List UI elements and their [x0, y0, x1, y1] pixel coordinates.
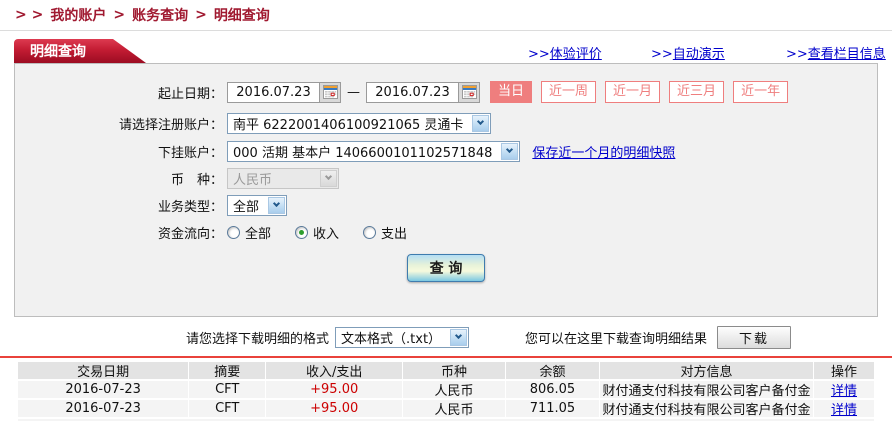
- link-prefix: >>: [651, 47, 673, 62]
- fund-flow-label: 资金流向：: [15, 223, 227, 242]
- cell-balance: 711.05: [506, 400, 600, 417]
- table-header-row: 交易日期 摘要 收入/支出 币种 余额 对方信息 操作: [18, 362, 874, 379]
- date-from-input[interactable]: 2016.07.23: [227, 82, 341, 103]
- breadcrumb-separator: >: [195, 7, 207, 23]
- header-counterparty: 对方信息: [600, 362, 814, 379]
- save-snapshot-link[interactable]: 保存近一个月的明细快照: [532, 142, 675, 161]
- sub-account-value: 000 活期 基本户 1406600101102571848: [228, 142, 500, 161]
- currency-row: 币 种： 人民币: [15, 166, 877, 190]
- cell-action: 详情: [814, 381, 874, 398]
- date-range-label: 起止日期：: [15, 83, 227, 102]
- radio-fund-flow-all[interactable]: 全部: [227, 223, 271, 242]
- chevron-down-icon[interactable]: [450, 329, 467, 346]
- cell-trade-date: 2016-07-23: [18, 381, 189, 398]
- detail-link[interactable]: 详情: [831, 381, 857, 398]
- download-format-select[interactable]: 文本格式（.txt）: [335, 327, 469, 348]
- detail-query-page: > > 我的账户 > 账务查询 > 明细查询 明细查询 >>体验评价 >>自动演…: [0, 0, 892, 421]
- fund-flow-row: 资金流向： 全部 收入 支出: [15, 220, 877, 244]
- biz-type-row: 业务类型： 全部: [15, 193, 877, 217]
- biz-type-label: 业务类型：: [15, 196, 227, 215]
- cell-currency: 人民币: [403, 400, 506, 417]
- chevron-down-icon[interactable]: [268, 197, 285, 214]
- quick-range-year-button[interactable]: 近一年: [733, 81, 788, 103]
- radio-icon[interactable]: [363, 226, 376, 239]
- download-format-value: 文本格式（.txt）: [336, 328, 449, 347]
- date-to-value: 2016.07.23: [367, 85, 458, 100]
- download-row: 请您选择下载明细的格式 文本格式（.txt） 您可以在这里下载查询明细结果 下载: [0, 324, 892, 350]
- results-table: 交易日期 摘要 收入/支出 币种 余额 对方信息 操作 2016-07-23 C…: [18, 362, 874, 421]
- cell-summary: CFT: [189, 400, 266, 417]
- link-prefix: >>: [528, 47, 550, 62]
- detail-link[interactable]: 详情: [831, 400, 857, 417]
- link-experience-review[interactable]: >>体验评价: [528, 43, 602, 62]
- register-account-select[interactable]: 南平 6222001406100921065 灵通卡: [227, 113, 491, 134]
- download-format-label: 请您选择下载明细的格式: [186, 328, 329, 347]
- radio-icon[interactable]: [227, 226, 240, 239]
- breadcrumb-item-detail-query[interactable]: 明细查询: [214, 5, 270, 25]
- tab-detail-query: 明细查询: [14, 39, 146, 63]
- query-button[interactable]: 查 询: [407, 254, 485, 282]
- sub-account-select[interactable]: 000 活期 基本户 1406600101102571848: [227, 141, 520, 162]
- register-account-value: 南平 6222001406100921065 灵通卡: [228, 114, 471, 133]
- register-account-row: 请选择注册账户： 南平 6222001406100921065 灵通卡: [15, 111, 877, 135]
- quick-range-buttons: 当日 近一周 近一月 近三月 近一年: [490, 81, 788, 103]
- sub-account-row: 下挂账户： 000 活期 基本户 1406600101102571848 保存近…: [15, 139, 877, 163]
- header-action: 操作: [814, 362, 874, 379]
- biz-type-select[interactable]: 全部: [227, 195, 287, 216]
- date-range-dash: —: [347, 85, 360, 100]
- breadcrumb-separator: >: [113, 7, 125, 23]
- table-row: 2016-07-23 CFT +95.00 人民币 711.05 财付通支付科技…: [18, 400, 874, 417]
- cell-summary: CFT: [189, 381, 266, 398]
- tab-label: 明细查询: [30, 41, 86, 61]
- link-auto-demo[interactable]: >>自动演示: [651, 43, 725, 62]
- chevron-down-icon[interactable]: [472, 115, 489, 132]
- quick-range-week-button[interactable]: 近一周: [541, 81, 596, 103]
- download-button[interactable]: 下载: [717, 326, 791, 349]
- quick-range-month-button[interactable]: 近一月: [605, 81, 660, 103]
- header-balance: 余额: [506, 362, 600, 379]
- breadcrumb-item-my-account[interactable]: 我的账户: [50, 5, 106, 25]
- radio-fund-flow-income[interactable]: 收入: [295, 223, 339, 242]
- date-to-input[interactable]: 2016.07.23: [366, 82, 480, 103]
- register-account-label: 请选择注册账户：: [15, 114, 227, 133]
- cell-counterparty: 财付通支付科技有限公司客户备付金: [600, 381, 814, 398]
- breadcrumb: > > 我的账户 > 账务查询 > 明细查询: [0, 0, 892, 31]
- cell-action: 详情: [814, 400, 874, 417]
- cell-currency: 人民币: [403, 381, 506, 398]
- download-hint: 您可以在这里下载查询明细结果: [525, 328, 707, 347]
- red-divider: [0, 356, 892, 358]
- biz-type-value: 全部: [228, 196, 267, 215]
- query-form-panel: 起止日期： 2016.07.23: [14, 63, 878, 317]
- breadcrumb-item-account-query[interactable]: 账务查询: [132, 5, 188, 25]
- date-from-value: 2016.07.23: [228, 85, 319, 100]
- header-trade-date: 交易日期: [18, 362, 189, 379]
- header-currency: 币种: [403, 362, 506, 379]
- table-row: 2016-07-23 CFT +95.00 人民币 806.05 财付通支付科技…: [18, 381, 874, 398]
- cell-balance: 806.05: [506, 381, 600, 398]
- link-view-column-info[interactable]: >>查看栏目信息: [786, 43, 886, 62]
- chevron-down-icon: [320, 170, 337, 187]
- cell-income: +95.00: [266, 381, 403, 398]
- quick-range-today-button[interactable]: 当日: [490, 81, 532, 103]
- link-prefix: >>: [786, 47, 808, 62]
- cell-income: +95.00: [266, 400, 403, 417]
- currency-value: 人民币: [228, 169, 280, 188]
- calendar-icon[interactable]: [458, 83, 479, 102]
- header-summary: 摘要: [189, 362, 266, 379]
- calendar-icon[interactable]: [319, 83, 340, 102]
- currency-select: 人民币: [227, 168, 339, 189]
- header-income-expense: 收入/支出: [266, 362, 403, 379]
- cell-counterparty: 财付通支付科技有限公司客户备付金: [600, 400, 814, 417]
- date-range-row: 起止日期： 2016.07.23: [15, 80, 877, 104]
- currency-label: 币 种：: [15, 169, 227, 188]
- radio-fund-flow-expense[interactable]: 支出: [363, 223, 407, 242]
- chevron-down-icon[interactable]: [501, 143, 518, 160]
- breadcrumb-arrows: > >: [15, 7, 43, 23]
- quick-range-quarter-button[interactable]: 近三月: [669, 81, 724, 103]
- radio-icon[interactable]: [295, 226, 308, 239]
- sub-account-label: 下挂账户：: [15, 142, 227, 161]
- cell-trade-date: 2016-07-23: [18, 400, 189, 417]
